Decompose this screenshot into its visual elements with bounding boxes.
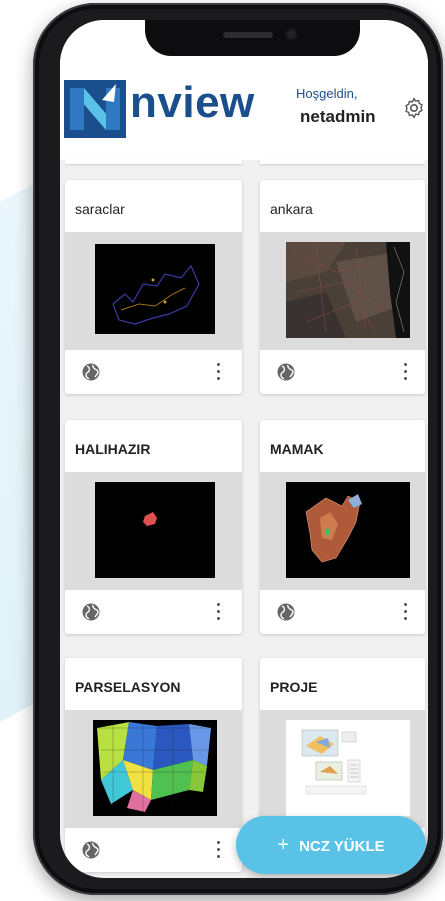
logo-text: nview [130, 78, 255, 127]
plus-icon: + [277, 834, 290, 856]
card-title: HALIHAZIR [75, 441, 151, 457]
username: netadmin [300, 107, 376, 126]
gear-icon[interactable] [402, 96, 426, 120]
map-thumbnail [286, 242, 410, 338]
globe-icon[interactable] [81, 362, 101, 382]
globe-icon[interactable] [81, 602, 101, 622]
more-vertical-icon[interactable] [402, 603, 408, 621]
card-title: ankara [270, 201, 313, 217]
more-vertical-icon[interactable] [402, 363, 408, 381]
layer-card-parselasyon[interactable]: PARSELASYON [65, 658, 242, 872]
map-thumbnail [95, 482, 215, 578]
upload-ncz-label: NCZ YÜKLE [299, 838, 385, 855]
more-vertical-icon[interactable] [215, 603, 221, 621]
more-vertical-icon[interactable] [215, 363, 221, 381]
upload-ncz-button[interactable]: + NCZ YÜKLE [236, 816, 426, 874]
welcome-text: Hoşgeldin, [296, 86, 358, 101]
map-thumbnail [286, 720, 410, 816]
globe-icon[interactable] [81, 840, 101, 860]
map-thumbnail [286, 482, 410, 578]
layer-card-ankara[interactable]: ankara [260, 180, 425, 394]
card-title: saraclar [75, 201, 125, 217]
camera-icon [285, 28, 298, 41]
map-thumbnail [93, 720, 217, 816]
card-title: PROJE [270, 679, 318, 695]
layer-card-saraclar[interactable]: saraclar [65, 180, 242, 394]
layer-card-halihazir[interactable]: HALIHAZIR [65, 420, 242, 634]
more-vertical-icon[interactable] [215, 841, 221, 859]
globe-icon[interactable] [276, 362, 296, 382]
globe-icon[interactable] [276, 602, 296, 622]
card-title: MAMAK [270, 441, 324, 457]
app-screen: nview Hoşgeldin, netadmin saraclar ankar… [60, 20, 428, 878]
logo-icon [64, 80, 126, 138]
layer-card-mamak[interactable]: MAMAK [260, 420, 425, 634]
map-thumbnail [95, 244, 215, 334]
phone-notch [145, 20, 360, 56]
card-title: PARSELASYON [75, 679, 181, 695]
